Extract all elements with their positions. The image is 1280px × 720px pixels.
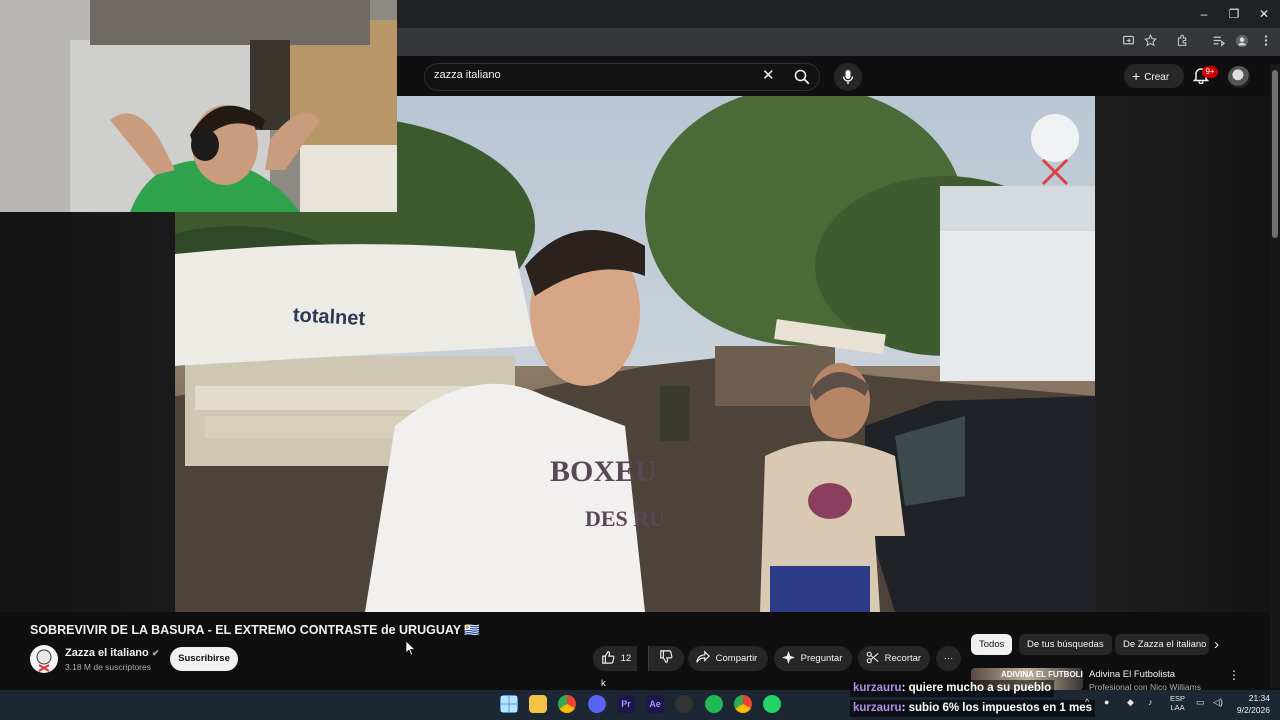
- create-label: Crear: [1144, 72, 1170, 83]
- star-icon[interactable]: [1142, 33, 1158, 50]
- clip-button[interactable]: Recortar: [858, 646, 930, 671]
- spotify-icon[interactable]: [705, 695, 723, 713]
- share-label: Compartir: [715, 653, 758, 664]
- chat-message: kurzauru: quiere mucho a su pueblo: [850, 680, 1055, 697]
- menu-icon[interactable]: [1258, 34, 1274, 50]
- chat-text: : subio 6% los impuestos en 1 mes: [901, 702, 1093, 714]
- start-menu-icon[interactable]: [500, 695, 518, 713]
- close-window-button[interactable]: ✕: [1254, 6, 1274, 22]
- chip-from-searches[interactable]: De tus búsquedas: [1019, 634, 1112, 655]
- tray-app-icon[interactable]: ●: [1104, 697, 1109, 707]
- subscriber-count: 3.18 M de suscriptores: [65, 662, 151, 672]
- search-query-text[interactable]: zazza italiano: [434, 69, 501, 81]
- notification-badge: 9+: [1202, 66, 1218, 78]
- tray-overflow-icon[interactable]: ^: [1085, 697, 1089, 707]
- voice-search-button[interactable]: [834, 63, 862, 91]
- plus-icon: +: [1132, 68, 1141, 84]
- ask-button[interactable]: Preguntar: [774, 646, 852, 671]
- ask-label: Preguntar: [800, 653, 843, 664]
- webcam-overlay: [0, 0, 397, 212]
- language-code: ESP: [1170, 694, 1186, 703]
- recommendation-thumb-text: ADIVINA EL FUTBOLISTA: [1001, 670, 1083, 679]
- language-indicator[interactable]: ESP LAA: [1170, 694, 1185, 712]
- discord-icon[interactable]: [588, 695, 606, 713]
- minimize-button[interactable]: –: [1194, 6, 1214, 22]
- tray-app-icon[interactable]: ◆: [1127, 697, 1134, 708]
- recommendation-title[interactable]: Adivina El Futbolista: [1089, 669, 1175, 680]
- chrome-active-icon[interactable]: [734, 695, 752, 713]
- extensions-icon[interactable]: [1174, 34, 1190, 50]
- share-button[interactable]: Compartir: [688, 646, 768, 671]
- dislike-button[interactable]: [648, 646, 684, 671]
- obs-icon[interactable]: [675, 695, 693, 713]
- cast-icon[interactable]: [1120, 34, 1136, 50]
- create-button[interactable]: + Crear: [1124, 64, 1184, 88]
- mouse-cursor-icon: [405, 640, 416, 656]
- subscribe-button[interactable]: Suscribirse: [170, 647, 238, 671]
- clock-date[interactable]: 9/2/2026: [1230, 705, 1270, 715]
- volume-icon[interactable]: ◁): [1213, 697, 1223, 708]
- search-icon: [794, 69, 810, 85]
- network-icon[interactable]: ▭: [1196, 697, 1205, 708]
- scissors-icon: [866, 651, 879, 664]
- file-explorer-icon[interactable]: [529, 695, 547, 713]
- thumbs-up-icon: [602, 651, 615, 664]
- share-icon: [696, 650, 710, 663]
- sparkle-icon: [782, 651, 795, 664]
- chat-username: kurzauru: [853, 702, 902, 714]
- shirt-text-bottom: DES RU: [585, 506, 665, 531]
- umbrella-brand-text: totalnet: [292, 304, 366, 330]
- channel-avatar[interactable]: [30, 645, 58, 673]
- microphone-icon: [842, 70, 854, 84]
- chat-username: kurzauru: [853, 682, 902, 694]
- chip-from-channel[interactable]: De Zazza el italiano: [1115, 634, 1209, 655]
- clear-search-icon[interactable]: ✕: [762, 66, 775, 84]
- after-effects-icon[interactable]: Ae: [646, 695, 664, 713]
- channel-name[interactable]: Zazza el italiano ✔: [65, 647, 159, 659]
- shirt-text-top: BOXEU: [550, 455, 657, 488]
- chat-text: : quiere mucho a su pueblo: [901, 682, 1052, 694]
- recommendation-menu-icon[interactable]: ⋮: [1228, 668, 1240, 682]
- verified-icon: ✔: [151, 648, 160, 658]
- chevron-right-icon[interactable]: ›: [1214, 636, 1219, 653]
- language-layout: LAA: [1170, 703, 1185, 712]
- chat-message: kurzauru: subio 6% los impuestos en 1 me…: [850, 700, 1096, 717]
- chip-all[interactable]: Todos: [971, 634, 1013, 655]
- thumbs-down-icon: [660, 650, 673, 663]
- premiere-icon[interactable]: Pr: [617, 695, 635, 713]
- restore-button[interactable]: ❐: [1224, 6, 1244, 22]
- profile-icon[interactable]: [1234, 34, 1250, 50]
- search-button[interactable]: [786, 63, 820, 91]
- account-avatar[interactable]: [1228, 66, 1250, 88]
- scrollbar-thumb[interactable]: [1272, 70, 1278, 238]
- clock-time[interactable]: 21:34: [1246, 693, 1270, 703]
- streamer-camera-feed: [0, 0, 397, 212]
- clip-label: Recortar: [884, 653, 922, 664]
- whatsapp-icon[interactable]: [763, 695, 781, 713]
- media-icon[interactable]: [1210, 34, 1226, 50]
- video-title: SOBREVIVIR DE LA BASURA - EL EXTREMO CON…: [30, 623, 480, 637]
- more-actions-button[interactable]: ···: [936, 646, 961, 671]
- tray-mic-icon[interactable]: ♪: [1148, 697, 1153, 707]
- like-button[interactable]: 12 k: [593, 646, 637, 689]
- channel-name-text: Zazza el italiano: [65, 647, 149, 659]
- chrome-icon[interactable]: [558, 695, 576, 713]
